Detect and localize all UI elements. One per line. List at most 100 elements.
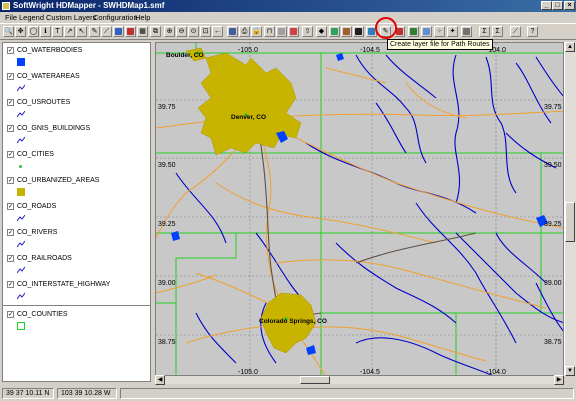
- legend-label: CO_GNIS_BUILDINGS: [17, 125, 91, 132]
- map-canvas[interactable]: Boulder, CO Denver, CO Colorado Springs,…: [155, 42, 564, 376]
- scroll-down-icon[interactable]: ▼: [565, 366, 575, 376]
- sum-plus-icon[interactable]: Σ: [492, 26, 503, 37]
- toolbar: 🔍 ✥ ◯ ℹ T ↗ ↖ ✎ ⟋ ▦ ⧉ ⊕ ⊖ ⊙ ⊡ ← ⎙ 🔒 ⊓ ⇧ …: [0, 23, 576, 40]
- grid-label-top: -104.5: [360, 47, 380, 54]
- legend-item[interactable]: ✓ CO_ROADS: [3, 199, 150, 225]
- grid-label-left: 39.50: [158, 162, 176, 169]
- line-symbol: [17, 214, 25, 222]
- info-icon[interactable]: ℹ: [40, 26, 51, 37]
- menu-file[interactable]: File: [5, 13, 17, 23]
- scroll-left-icon[interactable]: ◀: [155, 375, 165, 385]
- points-icon[interactable]: ⁘: [434, 26, 445, 37]
- dark-layer-icon[interactable]: [353, 26, 364, 37]
- labels-icon[interactable]: [461, 26, 472, 37]
- tower-icon[interactable]: [329, 26, 340, 37]
- scroll-right-icon[interactable]: ▶: [554, 375, 564, 385]
- flag-icon[interactable]: [288, 26, 299, 37]
- help-icon[interactable]: ?: [527, 26, 538, 37]
- terrain-icon[interactable]: [341, 26, 352, 37]
- legend-label: CO_WATERBODIES: [17, 47, 83, 54]
- horizontal-scrollbar[interactable]: ◀ ▶: [155, 375, 564, 385]
- legend-checkbox[interactable]: ✓: [7, 73, 14, 80]
- menu-bar: File Legend Custom Layers Configuration …: [0, 12, 576, 23]
- close-button[interactable]: ×: [564, 1, 575, 10]
- legend-item[interactable]: ✓ CO_CITIES: [3, 147, 150, 173]
- zoom-icon[interactable]: 🔍: [3, 26, 14, 37]
- export-icon[interactable]: [276, 26, 287, 37]
- legend-item[interactable]: ✓ CO_USROUTES: [3, 95, 150, 121]
- scroll-up-icon[interactable]: ▲: [565, 42, 575, 52]
- legend-item[interactable]: ✓ CO_INTERSTATE_HIGHWAY: [3, 277, 150, 303]
- north-arrow-icon[interactable]: ⇧: [302, 26, 313, 37]
- waterbody-symbol: [17, 58, 25, 66]
- legend-item[interactable]: ✓ CO_GNIS_BUILDINGS: [3, 121, 150, 147]
- legend-item[interactable]: ✓ CO_RAILROADS: [3, 251, 150, 277]
- diamond-icon[interactable]: ◆: [316, 26, 327, 37]
- red-tool-icon[interactable]: [125, 26, 136, 37]
- legend-checkbox[interactable]: ✓: [7, 151, 14, 158]
- back-icon[interactable]: ←: [212, 26, 223, 37]
- circle-tool-icon[interactable]: ◯: [28, 26, 39, 37]
- menu-help[interactable]: Help: [135, 13, 150, 23]
- grid-label-left: 39.25: [158, 221, 176, 228]
- network-icon[interactable]: ✦: [447, 26, 458, 37]
- grid-label-left: 39.00: [158, 280, 176, 287]
- legend-checkbox[interactable]: ✓: [7, 229, 14, 236]
- minimize-button[interactable]: _: [541, 1, 552, 10]
- legend-item[interactable]: ✓ CO_COUNTIES: [3, 307, 150, 333]
- legend-item[interactable]: ✓ CO_WATERBODIES: [3, 43, 150, 69]
- pencil-icon[interactable]: ✎: [89, 26, 100, 37]
- map-svg[interactable]: Boulder, CO Denver, CO Colorado Springs,…: [156, 43, 564, 376]
- urban-area-symbol: [17, 188, 25, 196]
- grid-tool-icon[interactable]: ▦: [137, 26, 148, 37]
- measure-icon[interactable]: ⟋: [510, 26, 521, 37]
- print-icon[interactable]: ⎙: [239, 26, 250, 37]
- link-tool-icon[interactable]: ⟋: [101, 26, 112, 37]
- legend-item[interactable]: ✓ CO_RIVERS: [3, 225, 150, 251]
- legend-checkbox[interactable]: ✓: [7, 255, 14, 262]
- menu-configuration[interactable]: Configuration: [93, 13, 138, 23]
- grid-label-right: 38.75: [544, 339, 562, 346]
- zoom-in-icon[interactable]: ⊕: [164, 26, 175, 37]
- layer-stack-icon[interactable]: [421, 26, 432, 37]
- legend-checkbox[interactable]: ✓: [7, 47, 14, 54]
- zoom-extent-icon[interactable]: ⊙: [188, 26, 199, 37]
- legend-label: CO_INTERSTATE_HIGHWAY: [17, 281, 111, 288]
- layer-tool-icon[interactable]: [113, 26, 124, 37]
- pan-icon[interactable]: ✥: [15, 26, 26, 37]
- routes-layer-icon[interactable]: [408, 26, 419, 37]
- unlock-icon[interactable]: ⊓: [264, 26, 275, 37]
- grid-label-bottom: -104.5: [360, 369, 380, 376]
- maximize-button[interactable]: □: [552, 1, 563, 10]
- legend-checkbox[interactable]: ✓: [7, 281, 14, 288]
- plot-icon[interactable]: [394, 26, 405, 37]
- legend-panel: ✓ CO_WATERBODIES ✓ CO_WATERAREAS ✓ CO_US…: [2, 42, 151, 382]
- legend-checkbox[interactable]: ✓: [7, 177, 14, 184]
- vertical-scrollbar[interactable]: ▲ ▼: [564, 42, 576, 376]
- line-symbol: [17, 84, 25, 92]
- legend-checkbox[interactable]: ✓: [7, 125, 14, 132]
- copy-icon[interactable]: ⧉: [150, 26, 161, 37]
- arrow-tool-icon[interactable]: ↗: [64, 26, 75, 37]
- menu-legend[interactable]: Legend: [19, 13, 44, 23]
- legend-checkbox[interactable]: ✓: [7, 99, 14, 106]
- coverage-icon[interactable]: [366, 26, 377, 37]
- path-routes-icon[interactable]: ✎: [380, 26, 391, 37]
- menu-custom-layers[interactable]: Custom Layers: [46, 13, 96, 23]
- legend-checkbox[interactable]: ✓: [7, 311, 14, 318]
- city-label: Colorado Springs, CO: [259, 318, 327, 325]
- legend-item[interactable]: ✓ CO_URBANIZED_AREAS: [3, 173, 150, 199]
- zoom-out-icon[interactable]: ⊖: [176, 26, 187, 37]
- zoom-window-icon[interactable]: ⊡: [200, 26, 211, 37]
- save-icon[interactable]: [227, 26, 238, 37]
- lock-icon[interactable]: 🔒: [251, 26, 262, 37]
- vertical-scroll-thumb[interactable]: [565, 202, 575, 242]
- sum-icon[interactable]: Σ: [479, 26, 490, 37]
- select-tool-icon[interactable]: ↖: [76, 26, 87, 37]
- text-tool-icon[interactable]: T: [52, 26, 63, 37]
- legend-item[interactable]: ✓ CO_WATERAREAS: [3, 69, 150, 95]
- grid-label-right: 39.00: [544, 280, 562, 287]
- legend-checkbox[interactable]: ✓: [7, 203, 14, 210]
- horizontal-scroll-thumb[interactable]: [300, 376, 330, 384]
- title-bar: SoftWright HDMapper - SWHDMap1.smf _ □ ×: [0, 0, 576, 12]
